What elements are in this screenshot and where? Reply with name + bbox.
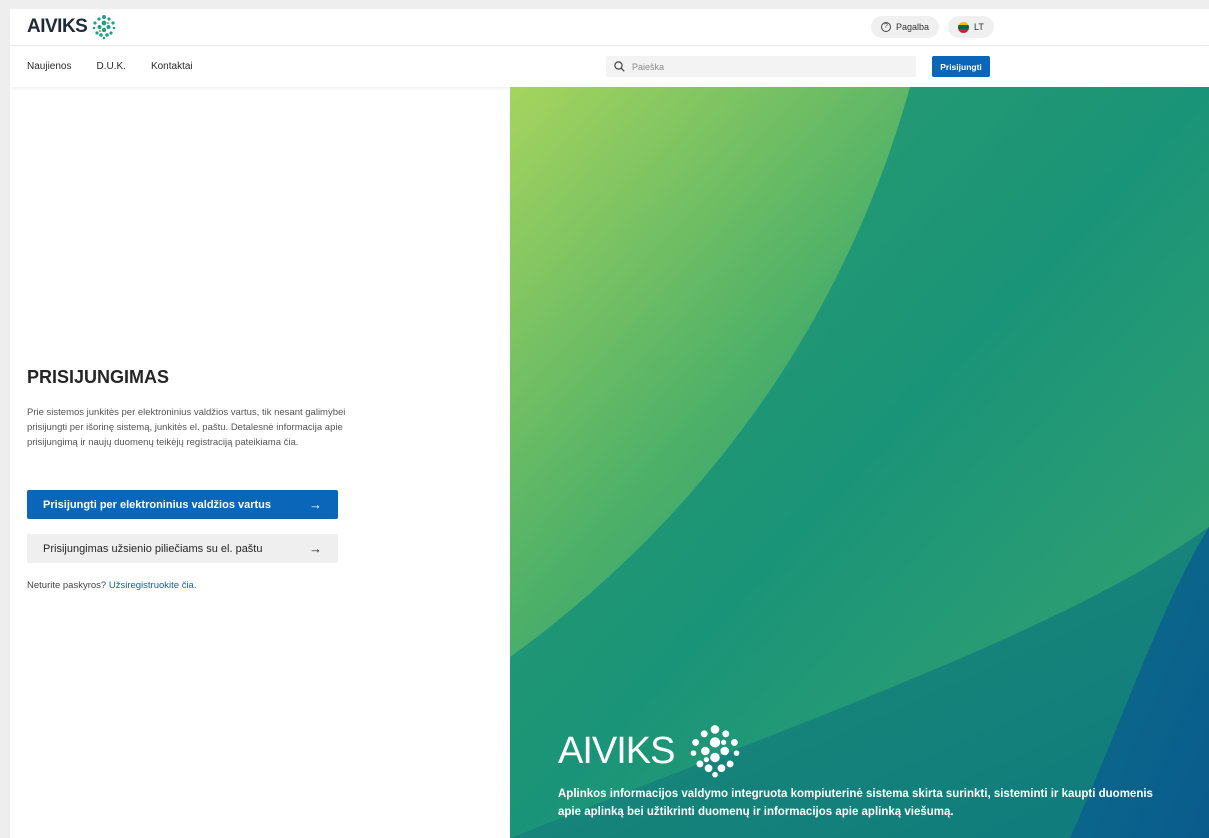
register-link[interactable]: Užsiregistruokite čia.	[109, 580, 197, 591]
top-bar: AIVIKS ? Pagalba LT	[10, 9, 1209, 46]
evartai-login-button[interactable]: Prisijungti per elektroninius valdžios v…	[27, 490, 338, 519]
site-logo[interactable]: AIVIKS	[27, 13, 117, 41]
login-button[interactable]: Prisijungti	[932, 56, 990, 77]
search-box[interactable]	[606, 56, 916, 77]
arrow-right-icon: →	[309, 541, 322, 556]
page-title: PRISIJUNGIMAS	[27, 367, 170, 387]
email-login-button[interactable]: Prisijungimas užsienio piliečiams su el.…	[27, 534, 338, 563]
search-input[interactable]	[632, 61, 892, 72]
lithuania-flag-icon	[958, 21, 969, 33]
email-login-label: Prisijungimas užsienio piliečiams su el.…	[43, 542, 263, 555]
no-account-text: Neturite paskyros?	[27, 580, 107, 591]
hero-tagline: Aplinkos informacijos valdymo integruota…	[558, 788, 1153, 818]
search-icon	[614, 61, 625, 72]
evartai-login-label: Prisijungti per elektroninius valdžios v…	[43, 498, 272, 511]
language-label: LT	[974, 22, 984, 32]
logo-text: AIVIKS	[27, 16, 88, 37]
nav-link-contacts[interactable]: Kontaktai	[151, 61, 193, 72]
question-circle-icon: ?	[881, 22, 891, 32]
nav-links: Naujienos D.U.K. Kontaktai	[27, 46, 193, 87]
help-label: Pagalba	[896, 22, 930, 32]
login-panel: PRISIJUNGIMAS Prie sistemos junkitės per…	[10, 87, 510, 838]
help-button[interactable]: ? Pagalba	[871, 16, 940, 38]
logo-dots-icon	[690, 725, 739, 778]
app-window: AIVIKS ? Pagalba LT Naujienos D.U.K. Kon…	[10, 9, 1209, 838]
nav-link-news[interactable]: Naujienos	[27, 61, 71, 72]
login-description: Prie sistemos junkitės per elektroninius…	[27, 407, 346, 448]
nav-bar: Naujienos D.U.K. Kontaktai Prisijungti	[10, 46, 1209, 87]
language-switcher[interactable]: LT	[948, 16, 994, 38]
hero-logo-text: AIVIKS	[558, 729, 675, 772]
nav-link-faq[interactable]: D.U.K.	[96, 61, 125, 72]
hero-panel: AIVIKS Aplinkos informacijos valdymo int…	[510, 87, 1209, 838]
arrow-right-icon: →	[309, 497, 322, 512]
logo-dots-icon	[93, 15, 116, 40]
hero-logo: AIVIKS	[558, 723, 743, 779]
register-prompt: Neturite paskyros? Užsiregistruokite čia…	[27, 580, 196, 591]
